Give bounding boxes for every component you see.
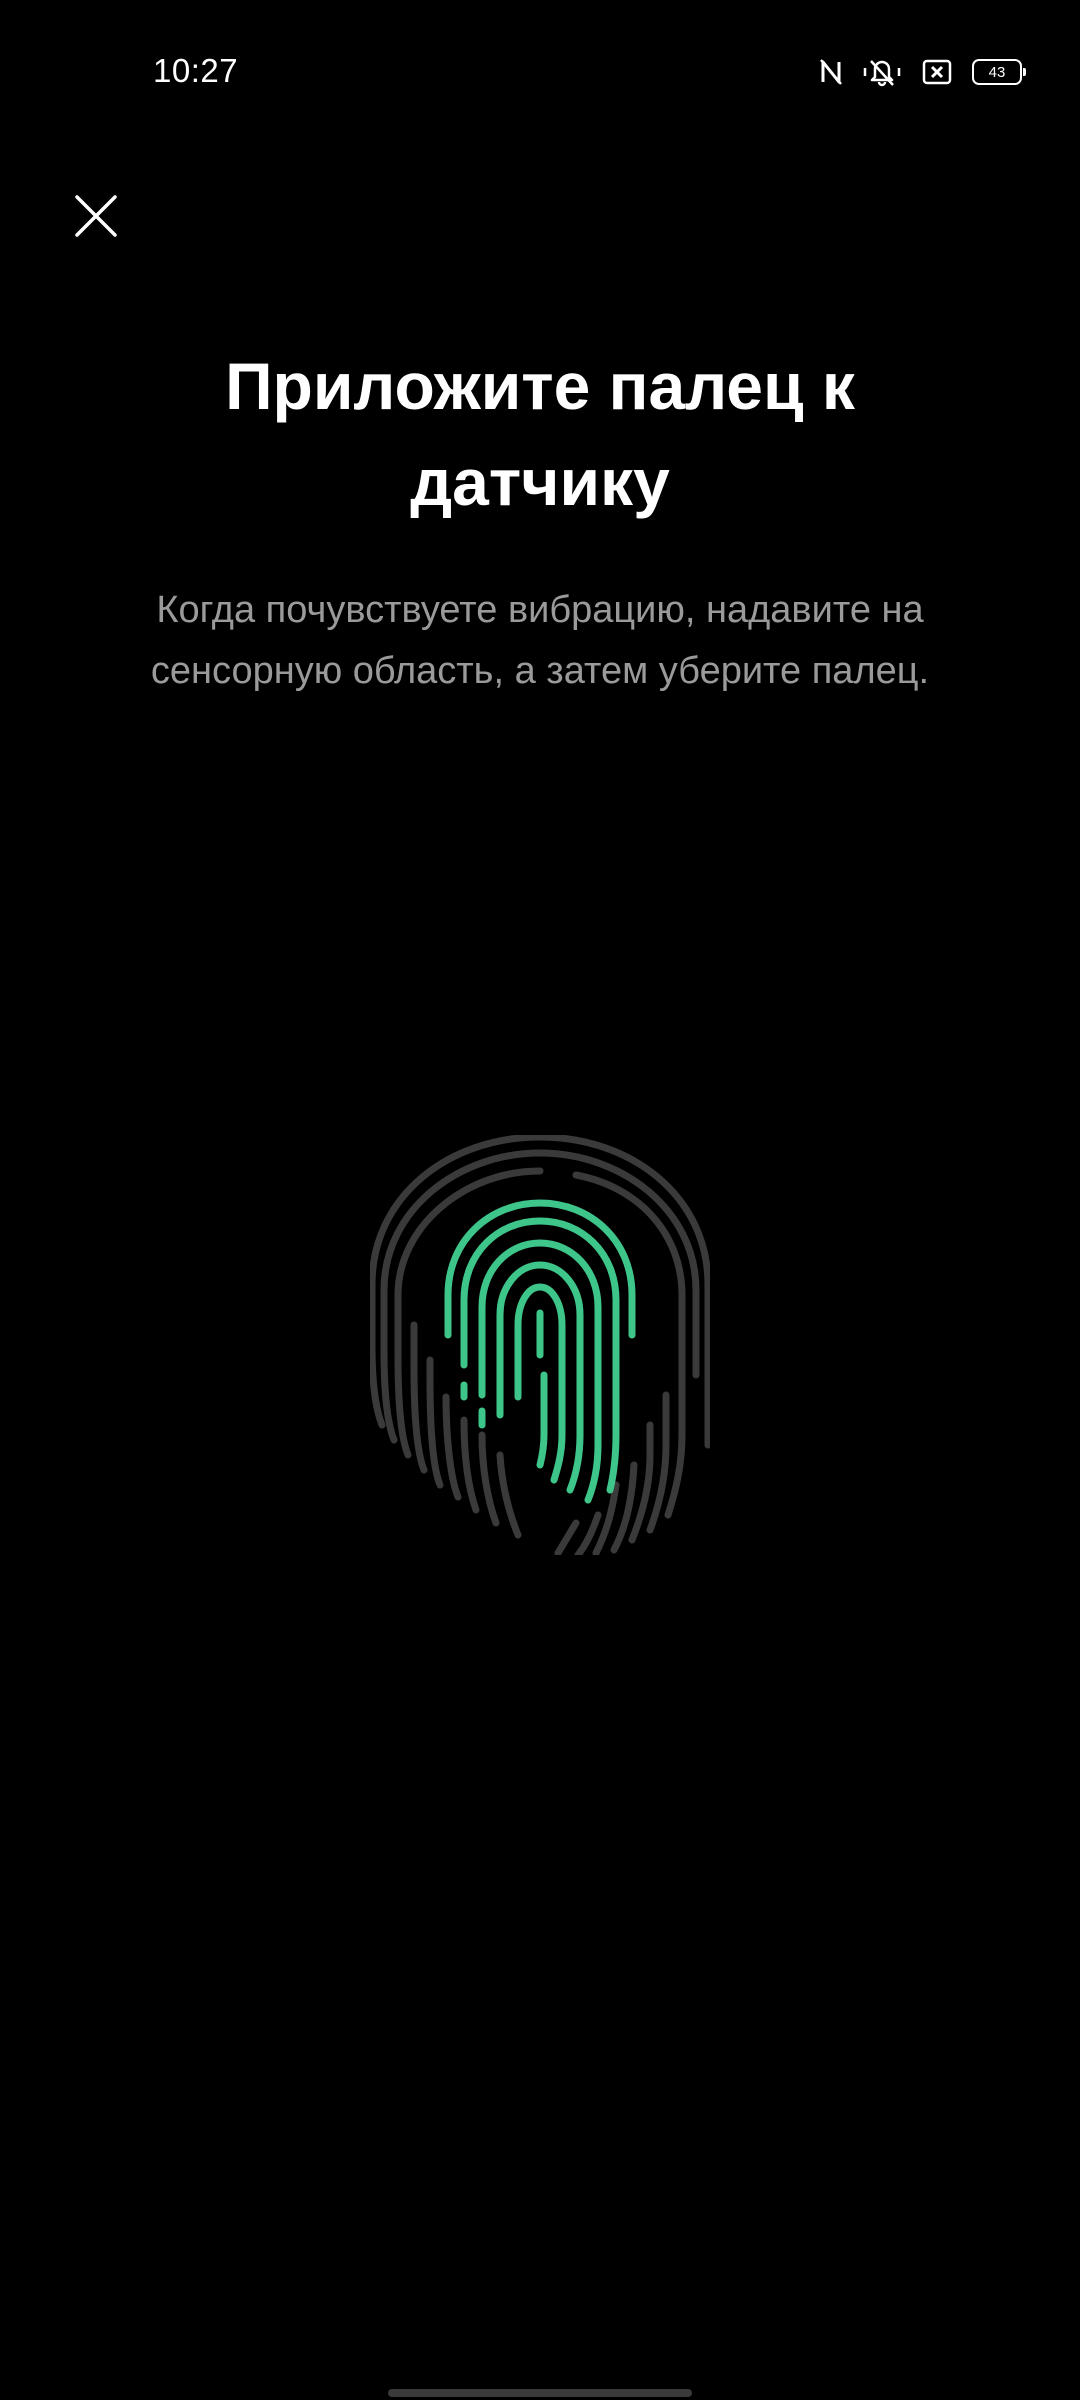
fingerprint-icon[interactable] <box>370 1135 710 1555</box>
status-time: 10:27 <box>153 52 239 89</box>
fingerprint-ridge-outer-5 <box>426 1356 444 1489</box>
close-button[interactable] <box>60 180 132 252</box>
close-icon <box>75 195 117 237</box>
sim-off-icon <box>922 59 952 85</box>
fingerprint-ridge-inner-7 <box>536 1371 548 1469</box>
instruction-text: Когда почувствуете вибрацию, надавите на… <box>150 589 930 692</box>
fingerprint-ridge-outer-9b <box>554 1519 580 1555</box>
page-title: Приложите палец к датчику <box>225 349 855 519</box>
fingerprint-ridge-outer-4 <box>410 1321 428 1474</box>
home-indicator[interactable] <box>388 2389 692 2397</box>
status-icons: 43 <box>820 55 1026 89</box>
battery-level: 43 <box>988 63 1006 81</box>
nfc-off-icon <box>820 59 842 85</box>
fingerprint-ridge-outer-7 <box>460 1416 480 1514</box>
fingerprint-ridge-outer-8 <box>478 1431 500 1527</box>
fingerprint-ridge-outer-1 <box>370 1135 710 1449</box>
battery-icon: 43 <box>972 59 1026 85</box>
status-bar: 10:27 43 <box>0 0 1080 140</box>
fingerprint-ridge-outer-9 <box>496 1451 522 1539</box>
fingerprint-ridge-outer-6 <box>442 1393 462 1501</box>
vibrate-icon <box>863 60 901 87</box>
